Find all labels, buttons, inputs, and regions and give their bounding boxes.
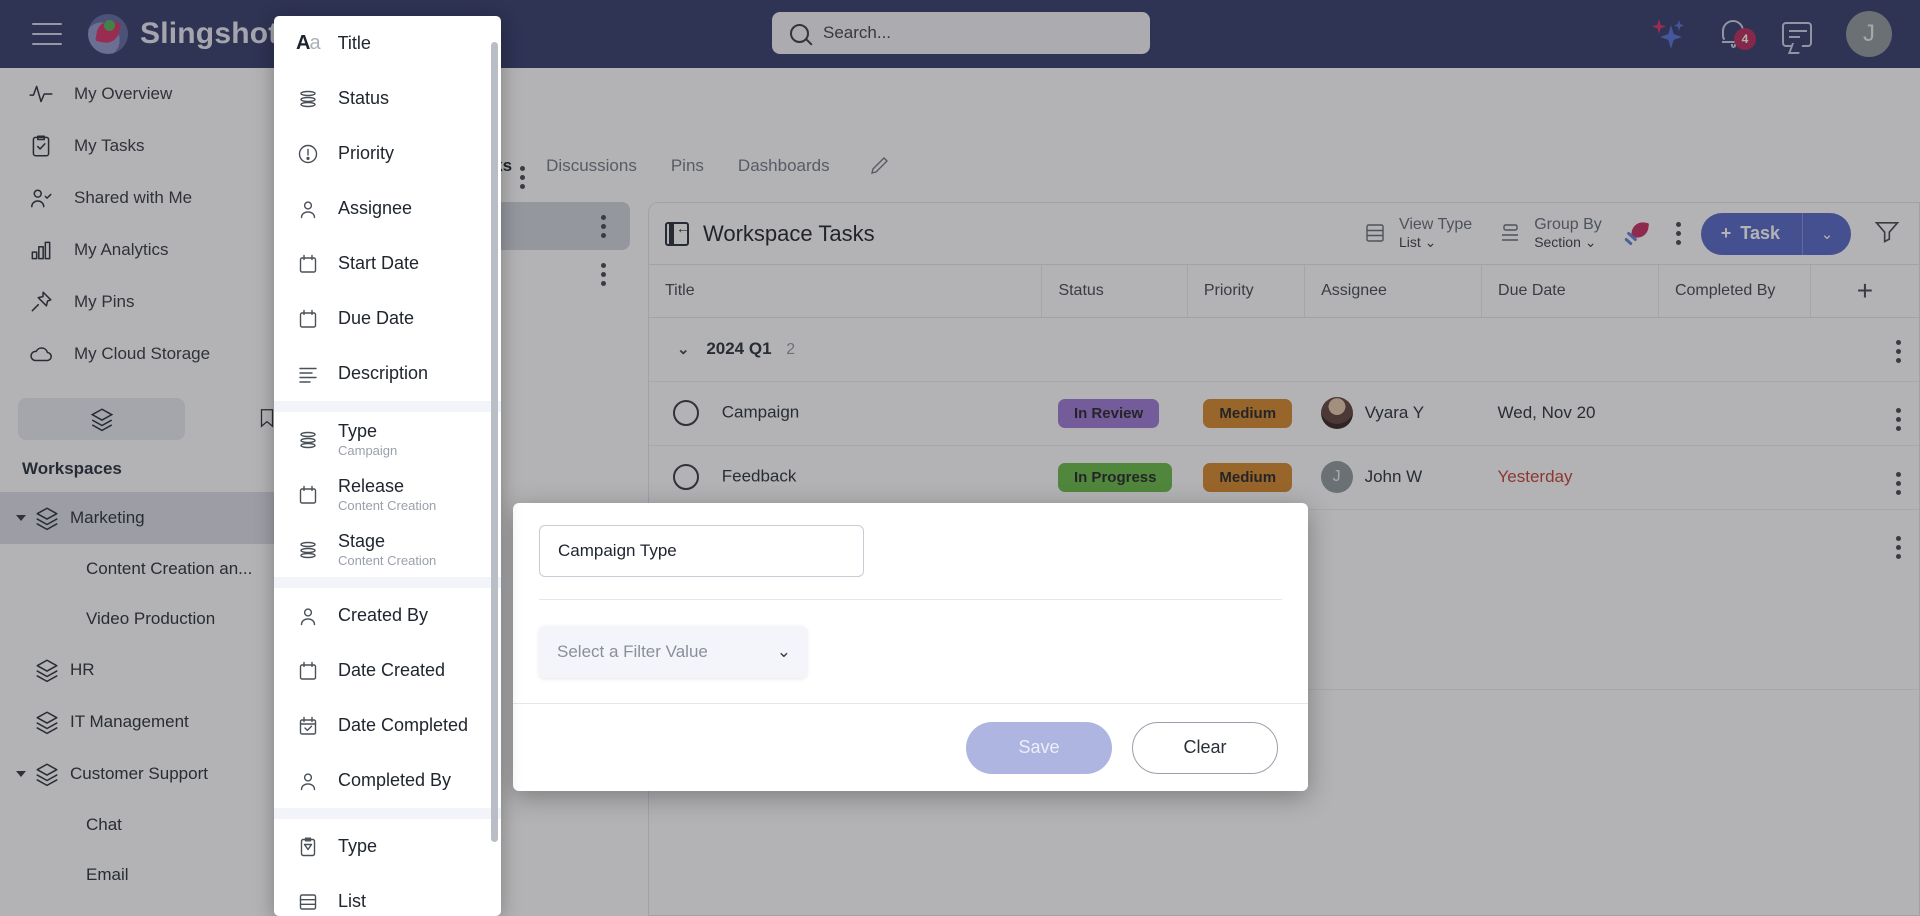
field-option-release[interactable]: Release Content Creation bbox=[274, 467, 501, 522]
clear-button[interactable]: Clear bbox=[1132, 721, 1278, 774]
field-option-status[interactable]: Status bbox=[274, 71, 501, 126]
calendar-icon bbox=[296, 659, 320, 683]
exclamation-circle-icon bbox=[296, 142, 320, 166]
field-option-date-completed[interactable]: Date Completed bbox=[274, 698, 501, 753]
field-option-completed-by[interactable]: Completed By bbox=[274, 753, 501, 808]
field-option-label: Description bbox=[338, 363, 429, 384]
status-stack-icon bbox=[296, 538, 320, 562]
field-option-start-date[interactable]: Start Date bbox=[274, 236, 501, 291]
filter-value-row: Select a Filter Value ⌄ bbox=[514, 626, 1282, 678]
field-option-sublabel: Content Creation bbox=[338, 553, 437, 569]
divider bbox=[539, 599, 1282, 600]
filter-value-select[interactable]: Select a Filter Value ⌄ bbox=[539, 626, 807, 678]
field-option-type[interactable]: Type bbox=[274, 819, 501, 874]
menu-divider bbox=[274, 577, 501, 588]
calendar-icon bbox=[296, 252, 320, 276]
filter-value-placeholder: Select a Filter Value bbox=[557, 642, 708, 661]
field-selector-dropdown: Aa Title Status Priority Assignee Start … bbox=[274, 16, 501, 916]
field-option-label: Date Completed bbox=[338, 715, 469, 736]
field-option-stage[interactable]: Stage Content Creation bbox=[274, 522, 501, 577]
field-option-label: Stage bbox=[338, 530, 386, 551]
field-option-label: Type bbox=[338, 836, 378, 857]
field-option-label: Assignee bbox=[338, 198, 413, 219]
save-button[interactable]: Save bbox=[966, 721, 1112, 774]
lines-icon bbox=[296, 362, 320, 386]
field-option-label: List bbox=[338, 891, 367, 912]
clipboard-type-icon bbox=[296, 835, 320, 859]
status-stack-icon bbox=[296, 428, 320, 452]
field-option-label: Release bbox=[338, 475, 405, 496]
chevron-down-icon: ⌄ bbox=[776, 642, 791, 661]
list-rows-icon bbox=[296, 890, 320, 914]
field-option-label: Date Created bbox=[338, 660, 446, 681]
user-icon bbox=[296, 769, 320, 793]
filter-dialog-body: Campaign Type Select a Filter Value ⌄ bbox=[513, 503, 1308, 678]
menu-divider bbox=[274, 401, 501, 412]
dropdown-scrollbar[interactable] bbox=[491, 42, 498, 842]
field-option-label: Title bbox=[337, 33, 371, 54]
field-option-priority[interactable]: Priority bbox=[274, 126, 501, 181]
field-option-due-date[interactable]: Due Date bbox=[274, 291, 501, 346]
field-option-date-created[interactable]: Date Created bbox=[274, 643, 501, 698]
user-icon bbox=[296, 197, 320, 221]
field-option-sublabel: Campaign bbox=[338, 443, 398, 459]
filter-field-chip[interactable]: Campaign Type bbox=[539, 525, 864, 577]
field-option-type[interactable]: Type Campaign bbox=[274, 412, 501, 467]
field-option-created-by[interactable]: Created By bbox=[274, 588, 501, 643]
menu-divider bbox=[274, 808, 501, 819]
filter-dialog: Campaign Type Select a Filter Value ⌄ Sa… bbox=[513, 503, 1308, 791]
field-option-label: Completed By bbox=[338, 770, 452, 791]
status-stack-icon bbox=[296, 87, 320, 111]
field-option-label: Type bbox=[338, 420, 378, 441]
field-option-assignee[interactable]: Assignee bbox=[274, 181, 501, 236]
calendar-check-icon bbox=[296, 714, 320, 738]
calendar-icon bbox=[296, 483, 320, 507]
field-option-label: Status bbox=[338, 88, 390, 109]
user-icon bbox=[296, 604, 320, 628]
field-option-label: Created By bbox=[338, 605, 429, 626]
callout-pointer bbox=[514, 638, 532, 670]
filter-dialog-footer: Save Clear bbox=[513, 703, 1308, 791]
field-option-label: Priority bbox=[338, 143, 395, 164]
field-option-title[interactable]: Aa Title bbox=[274, 16, 501, 71]
field-option-label: Due Date bbox=[338, 308, 415, 329]
field-option-description[interactable]: Description bbox=[274, 346, 501, 401]
field-option-sublabel: Content Creation bbox=[338, 498, 437, 514]
text-Aa-icon: Aa bbox=[296, 32, 321, 54]
field-option-list[interactable]: List bbox=[274, 874, 501, 916]
field-option-label: Start Date bbox=[338, 253, 420, 274]
calendar-icon bbox=[296, 307, 320, 331]
